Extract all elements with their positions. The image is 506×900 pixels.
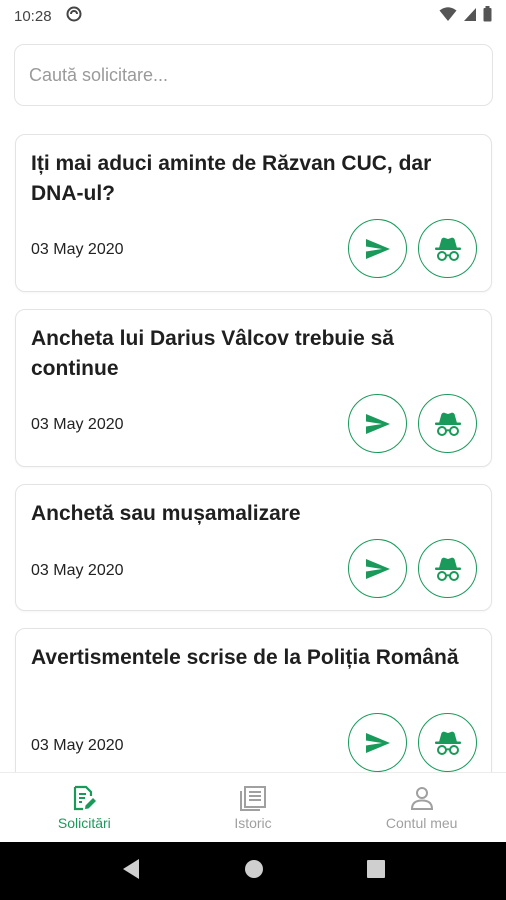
person-icon xyxy=(410,786,433,810)
send-icon xyxy=(365,238,390,259)
request-card[interactable]: Anchetă sau mușamalizare 03 May 2020 xyxy=(15,484,492,611)
status-bar: 10:28 xyxy=(0,0,506,32)
incognito-icon xyxy=(434,237,461,261)
nav-label: Istoric xyxy=(234,814,272,831)
search-input[interactable] xyxy=(29,64,478,86)
recents-icon[interactable] xyxy=(366,859,385,883)
request-actions xyxy=(348,219,477,278)
incognito-icon xyxy=(434,412,461,436)
home-icon[interactable] xyxy=(244,859,264,884)
back-icon[interactable] xyxy=(121,858,141,885)
request-date: 03 May 2020 xyxy=(31,416,124,433)
request-date: 03 May 2020 xyxy=(31,241,124,258)
incognito-icon xyxy=(434,731,461,755)
nav-item-solicitari[interactable]: Solicitări xyxy=(0,773,169,842)
request-actions xyxy=(348,713,477,772)
send-button[interactable] xyxy=(348,539,407,598)
nav-item-contul-meu[interactable]: Contul meu xyxy=(337,773,506,842)
request-actions xyxy=(348,539,477,598)
anonymous-send-button[interactable] xyxy=(418,394,477,453)
send-button[interactable] xyxy=(348,219,407,278)
request-date: 03 May 2020 xyxy=(31,562,124,579)
signal-icon xyxy=(463,7,477,26)
send-icon xyxy=(365,732,390,753)
anonymous-send-button[interactable] xyxy=(418,539,477,598)
request-title: Anchetă sau mușamalizare xyxy=(31,502,301,525)
nav-item-istoric[interactable]: Istoric xyxy=(169,773,338,842)
request-card[interactable]: Ancheta lui Darius Vâlcov trebuie să con… xyxy=(15,309,492,467)
status-time: 10:28 xyxy=(14,7,52,25)
send-icon xyxy=(365,558,390,579)
send-icon xyxy=(365,413,390,434)
battery-icon xyxy=(483,6,492,26)
request-list: Iți mai aduci aminte de Răzvan CUC, dar … xyxy=(0,134,506,772)
bottom-nav: Solicitări Istoric Contul meu xyxy=(0,772,506,842)
request-title: Iți mai aduci aminte de Răzvan CUC, dar … xyxy=(31,152,432,205)
anonymous-send-button[interactable] xyxy=(418,219,477,278)
request-card[interactable]: Iți mai aduci aminte de Răzvan CUC, dar … xyxy=(15,134,492,292)
nav-label: Solicitări xyxy=(57,814,111,831)
incognito-icon xyxy=(434,557,461,581)
send-button[interactable] xyxy=(348,394,407,453)
history-list-icon xyxy=(240,785,266,811)
request-actions xyxy=(348,394,477,453)
request-date: 03 May 2020 xyxy=(31,737,124,754)
sync-status-icon xyxy=(66,6,82,26)
system-nav-bar xyxy=(0,842,506,900)
edit-document-icon xyxy=(74,785,97,810)
request-title: Ancheta lui Darius Vâlcov trebuie să con… xyxy=(31,327,394,380)
anonymous-send-button[interactable] xyxy=(418,713,477,772)
send-button[interactable] xyxy=(348,713,407,772)
wifi-icon xyxy=(439,6,457,26)
search-box xyxy=(14,44,493,106)
request-card[interactable]: Avertismentele scrise de la Poliția Româ… xyxy=(15,628,492,772)
nav-label: Contul meu xyxy=(385,814,458,831)
request-title: Avertismentele scrise de la Poliția Româ… xyxy=(31,646,459,669)
